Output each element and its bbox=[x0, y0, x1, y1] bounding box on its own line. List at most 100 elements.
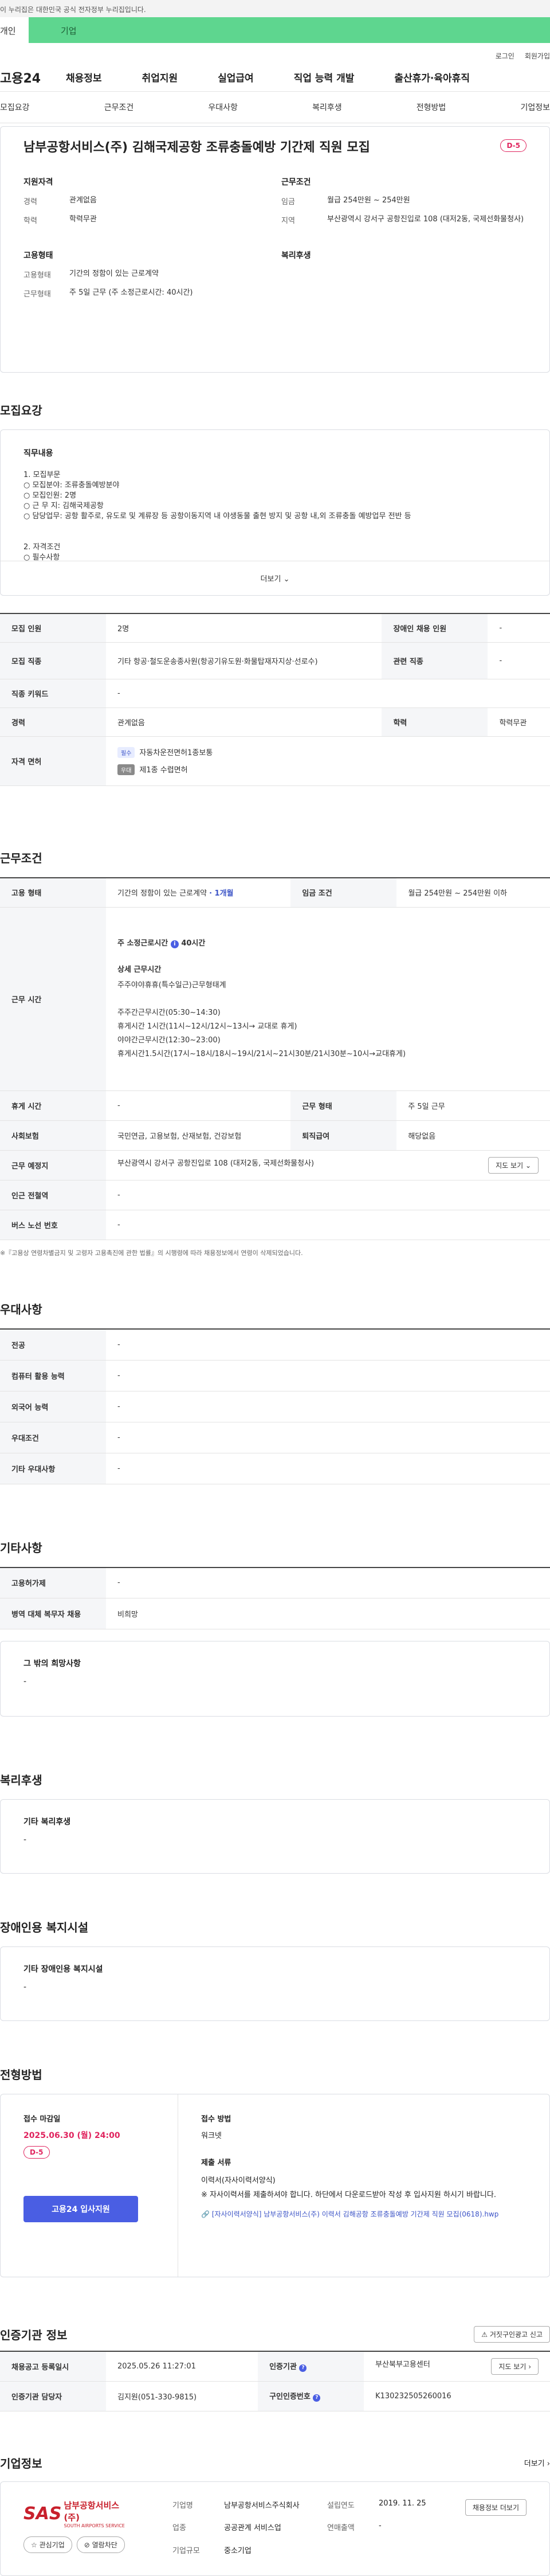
info-icon[interactable]: ? bbox=[313, 2394, 321, 2402]
row-label: 인증기관 담당자 bbox=[0, 2381, 106, 2411]
row-value: - bbox=[106, 1422, 550, 1453]
dday-badge: D-5 bbox=[500, 139, 527, 152]
signup-link[interactable]: 회원가입 bbox=[525, 51, 550, 63]
section-title-disabled: 장애인용 복지시설 bbox=[0, 1921, 89, 1934]
table-row: 고용허가제 - bbox=[0, 1567, 550, 1598]
row-label: 고용 형태 bbox=[0, 877, 106, 908]
table-row: 컴퓨터 활용 능력 - bbox=[0, 1360, 550, 1391]
docs-line: ※ 자사이력서를 제출하셔야 합니다. 하단에서 다운로드받아 작성 후 입사지… bbox=[201, 2191, 496, 2199]
login-link[interactable]: 로그인 bbox=[496, 51, 514, 63]
row-label: 모집 인원 bbox=[0, 613, 106, 643]
desc-line: ○ 근 무 지: 김해국제공항 bbox=[23, 502, 104, 510]
desc-title: 직무내용 bbox=[23, 449, 53, 458]
pref-table: 전공 - 컴퓨터 활용 능력 - 외국어 능력 - 우대조건 - 기타 우대사항 - bbox=[0, 1328, 550, 1484]
kv-value: 월급 254만원 ~ 254만원 bbox=[327, 196, 410, 205]
map-button[interactable]: 지도 보기 ⌄ bbox=[488, 1157, 539, 1174]
time-gap bbox=[117, 992, 539, 1006]
summary-heading: 복리후생 bbox=[281, 251, 311, 260]
gnb-employment-support[interactable]: 취업지원 bbox=[142, 70, 178, 84]
required-tag: 필수 bbox=[117, 747, 135, 758]
row-label: 인근 전철역 bbox=[0, 1180, 106, 1210]
info-icon[interactable]: ? bbox=[299, 2364, 307, 2372]
table-row: 인근 전철역 - bbox=[0, 1180, 550, 1210]
row-value: - bbox=[106, 1567, 550, 1598]
row-label: 학력 bbox=[382, 707, 488, 737]
table-row: 기타 우대사항 - bbox=[0, 1453, 550, 1484]
row-value: 주 5일 근무 bbox=[396, 1090, 550, 1121]
agency-name: 부산북부고용센터 bbox=[375, 2360, 430, 2369]
kv-label: 근무형태 bbox=[23, 290, 51, 299]
anchor-welfare[interactable]: 복리후생 bbox=[312, 101, 342, 113]
row-value: 비희망 bbox=[106, 1598, 550, 1629]
favorite-button[interactable]: ☆ 관심기업 bbox=[23, 2536, 72, 2553]
welfare-box: 기타 복리후생 - bbox=[0, 1799, 550, 1874]
more-button[interactable]: 더보기 ⌄ bbox=[1, 561, 549, 595]
table-row: 사회보험 국민연금, 고용보험, 산재보험, 건강보험 퇴직급여 해당없음 bbox=[0, 1120, 550, 1151]
more-label: 더보기 bbox=[524, 2459, 545, 2468]
agency-map-button[interactable]: 지도 보기 › bbox=[491, 2358, 539, 2375]
work-table: 고용 형태 기간의 정함이 있는 근로계약 · 1개월 임금 조건 월급 254만… bbox=[0, 877, 550, 1240]
info-label: 업종 bbox=[172, 2524, 186, 2533]
anchor-company[interactable]: 기업정보 bbox=[520, 101, 550, 113]
section-title-work: 근무조건 bbox=[0, 851, 42, 865]
block-button[interactable]: ⊘ 열람차단 bbox=[76, 2536, 125, 2553]
table-row: 채용공고 등록일시 2025.05.26 11:27:01 인증기관 ? 부산북부… bbox=[0, 2351, 550, 2382]
box-value: - bbox=[23, 1835, 27, 1844]
anchor-process[interactable]: 전형방법 bbox=[417, 101, 446, 113]
section-title-recruit: 모집요강 bbox=[0, 404, 42, 417]
info-label: 연매출액 bbox=[327, 2524, 355, 2533]
docs-label: 제출 서류 bbox=[201, 2159, 231, 2167]
row-label: 버스 노선 번호 bbox=[0, 1210, 106, 1240]
method-value: 워크넷 bbox=[201, 2132, 222, 2140]
info-value: - bbox=[379, 2522, 382, 2531]
table-row: 고용 형태 기간의 정함이 있는 근로계약 · 1개월 임금 조건 월급 254만… bbox=[0, 877, 550, 908]
company-more-link[interactable]: 더보기 › bbox=[524, 2457, 550, 2468]
row-value: - bbox=[488, 613, 550, 643]
row-label: 근무 시간 bbox=[0, 907, 106, 1091]
gnb-leave[interactable]: 출산휴가·육아휴직 bbox=[394, 70, 470, 84]
desc-line: 1. 모집부문 bbox=[23, 471, 61, 479]
gnb-training[interactable]: 직업 능력 개발 bbox=[294, 70, 355, 84]
tab-company[interactable]: 기업 bbox=[29, 17, 550, 43]
info-label: 기업명 bbox=[172, 2501, 193, 2510]
summary-employment: 고용형태 고용형태 기간의 정함이 있는 근로계약 근무형태 주 5일 근무 (주 … bbox=[23, 249, 281, 307]
row-label: 컴퓨터 활용 능력 bbox=[0, 1360, 106, 1391]
tab-personal[interactable]: 개인 bbox=[0, 17, 29, 43]
info-icon[interactable]: i bbox=[170, 940, 179, 948]
weekly-hours-label: 주 소정근로시간 bbox=[117, 939, 168, 948]
section-title-etc: 기타사항 bbox=[0, 1541, 42, 1555]
apply-button[interactable]: 고용24 입사지원 bbox=[23, 2196, 138, 2222]
anchor-work[interactable]: 근무조건 bbox=[104, 101, 134, 113]
box-value: - bbox=[23, 1677, 27, 1686]
kv-value: 관계없음 bbox=[69, 196, 97, 205]
company-logo-area: SAS 남부공항서비스(주) SOUTH AIRPORTS SERVICE ☆ … bbox=[23, 2499, 132, 2558]
time-line: 주주간근무시간(05:30~14:30) bbox=[117, 1008, 221, 1017]
site-logo[interactable]: 고용24 bbox=[0, 68, 66, 87]
gnb-jobs[interactable]: 채용정보 bbox=[66, 70, 102, 84]
row-label: 채용공고 등록일시 bbox=[0, 2351, 106, 2382]
time-detail-title: 상세 근무시간 bbox=[117, 965, 162, 974]
row-value: - bbox=[488, 642, 550, 679]
summary-heading: 근무조건 bbox=[281, 178, 311, 187]
anchor-pref[interactable]: 우대사항 bbox=[208, 101, 238, 113]
info-value: 2019. 11. 25 bbox=[379, 2499, 426, 2508]
info-label: 설립연도 bbox=[327, 2501, 355, 2510]
report-button[interactable]: ⚠ 거짓구인광고 신고 bbox=[474, 2326, 550, 2343]
gnb-unemployment[interactable]: 실업급여 bbox=[218, 70, 254, 84]
weekly-hours-value: 40시간 bbox=[181, 939, 206, 948]
company-jobs-button[interactable]: 채용정보 더보기 bbox=[465, 2499, 527, 2516]
method-panel: 접수 방법 워크넷 제출 서류 이력서(자사이력서양식) ※ 자사이력서를 제출… bbox=[178, 2094, 549, 2277]
row-value: - bbox=[106, 1090, 291, 1121]
etc-table: 고용허가제 - 병역 대체 복무자 채용 비희망 bbox=[0, 1566, 550, 1629]
time-line: 야야간근무시간(12:30~23:00) bbox=[117, 1036, 221, 1045]
attachment-icon: 🔗 bbox=[201, 2210, 212, 2218]
row-label: 인증기관 ? bbox=[258, 2351, 364, 2382]
company-logo: SAS 남부공항서비스(주) SOUTH AIRPORTS SERVICE bbox=[23, 2499, 132, 2528]
box-title: 기타 복리후생 bbox=[23, 1817, 71, 1827]
kv-label: 임금 bbox=[281, 198, 295, 206]
row-value: 국민연금, 고용보험, 산재보험, 건강보험 bbox=[106, 1120, 291, 1151]
row-value: - bbox=[106, 679, 550, 708]
table-row: 모집 직종 기타 항공·철도운송종사원(항공기유도원·화물탑재자지상·선로수) 관… bbox=[0, 642, 550, 679]
anchor-recruit[interactable]: 모집요강 bbox=[0, 101, 30, 113]
file-download-link[interactable]: 🔗 [자사이력서양식] 남부공항서비스(주) 이력서 김해공항 조류충돌예방 기… bbox=[201, 2210, 527, 2219]
